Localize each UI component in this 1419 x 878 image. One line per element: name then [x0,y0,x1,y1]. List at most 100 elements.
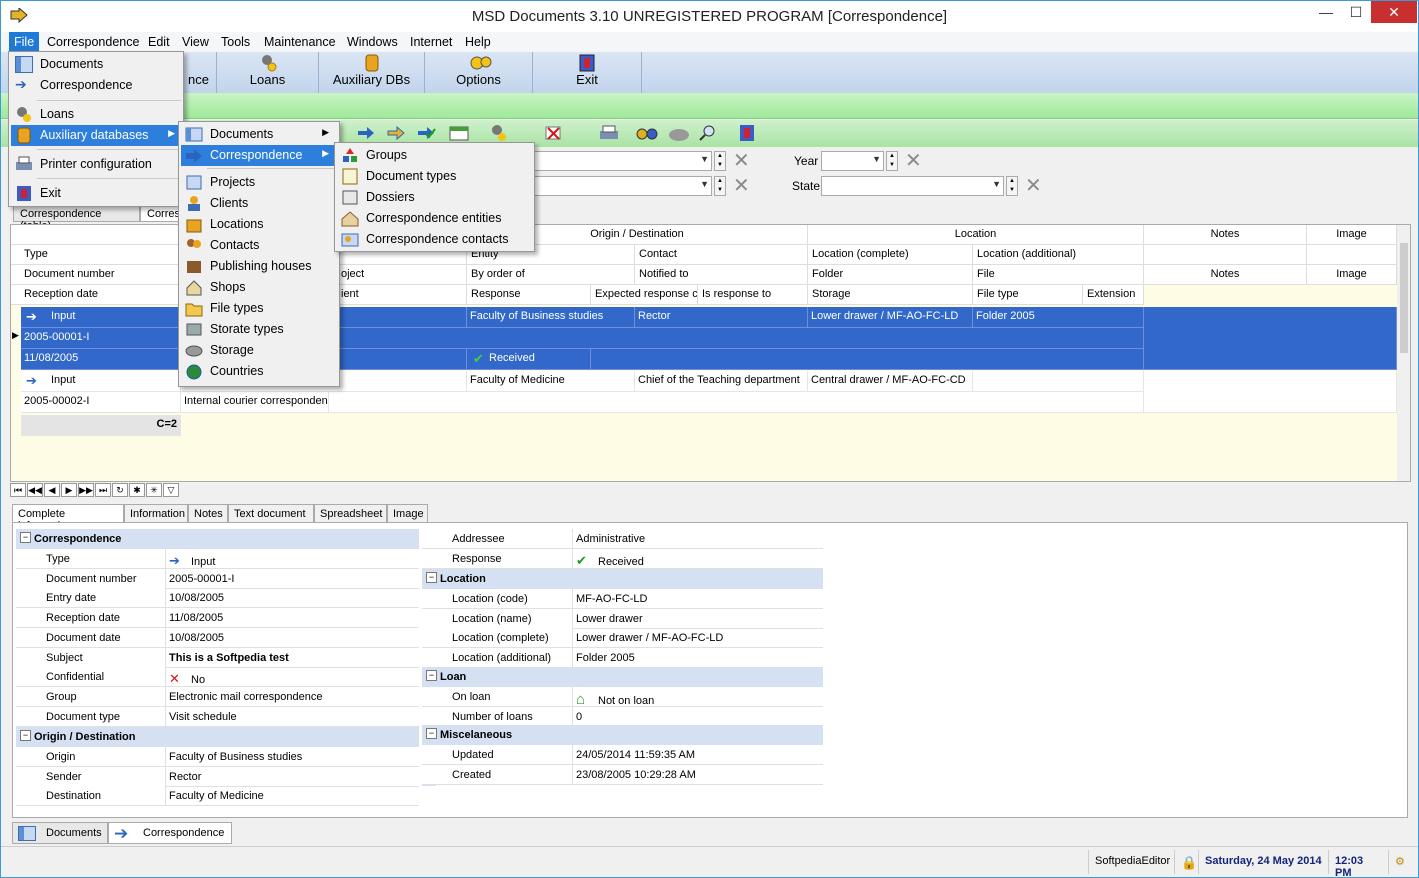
year-spin[interactable]: ▲ ▼ [886,151,898,171]
property-value[interactable]: ✕ No [166,667,419,686]
property-row-subject[interactable]: Subject This is a Softpedia test [16,647,419,668]
property-value[interactable]: Faculty of Medicine [166,786,419,805]
section-loan[interactable]: Loan [422,667,823,687]
add-group-icon[interactable] [356,124,376,142]
row2-contact[interactable]: Chief of the Teaching department [635,371,808,392]
row2-group[interactable]: Internal courier corresponden [181,392,329,413]
property-value[interactable]: Lower drawer / MF-AO-FC-LD [573,628,823,647]
file-menu-exit[interactable]: Exit [11,183,181,204]
property-row-addressee[interactable]: Addressee Administrative [422,529,823,549]
section-correspondence[interactable]: Correspondence [16,529,419,549]
filter-icon[interactable]: ▽ [163,483,179,497]
file-menu-correspondence[interactable]: ➔ Correspondence [11,75,181,96]
aux-menu-storage[interactable]: Storage [181,340,335,361]
delete-record-icon[interactable] [544,124,564,142]
property-row-created[interactable]: Created 23/08/2005 10:29:28 AM [422,764,823,785]
property-value[interactable]: 2005-00001-I [166,569,419,588]
property-value[interactable]: ✔ Received [573,549,823,568]
corr-menu-groups[interactable]: Groups [337,145,530,166]
row1-notes-image[interactable] [1144,307,1397,370]
options-tool-button[interactable]: Options [425,52,533,93]
section-origin-destination[interactable]: Origin / Destination [16,727,419,747]
property-value[interactable]: MF-AO-FC-LD [573,589,823,608]
property-value[interactable]: Faculty of Business studies [166,747,419,766]
property-value[interactable]: This is a Softpedia test [166,648,419,667]
loan-record-icon[interactable] [489,124,509,142]
property-row-group[interactable]: Group Electronic mail correspondence [16,686,419,707]
correspondence-tool-button[interactable]: nce [181,52,217,93]
corr-menu-dossiers[interactable]: Dossiers [337,187,530,208]
file-menu-auxiliary-databases[interactable]: Auxiliary databases ▶ [11,125,181,146]
close-button[interactable]: ✕ [1371,1,1417,23]
aux-menu-documents[interactable]: Documents ▶ [181,124,335,145]
row1-contact[interactable]: Rector [635,307,808,328]
section-miscelaneous[interactable]: Miscelaneous [422,725,823,745]
property-value[interactable]: 10/08/2005 [166,628,419,647]
row1-entity[interactable]: Faculty of Business studies [467,307,635,328]
menu-view[interactable]: View [177,32,214,52]
row2-type[interactable]: Input [21,371,181,392]
property-value[interactable]: 11/08/2005 [166,608,419,627]
row2-location[interactable]: Central drawer / MF-AO-FC-CD [808,371,973,392]
next-record-icon[interactable]: ▶ [61,483,77,497]
row2-rest[interactable] [329,392,1144,413]
row2-entity[interactable]: Faculty of Medicine [467,371,635,392]
tab-spreadsheet[interactable]: Spreadsheet [314,504,387,523]
row1-reception-date[interactable]: 11/08/2005 [21,349,181,370]
col-reception-date[interactable]: Reception date [11,285,181,305]
filter-spin-2[interactable]: ▲ ▼ [714,176,726,196]
property-value[interactable]: Visit schedule [166,707,419,726]
exit-record-icon[interactable] [738,124,758,142]
cloud-icon[interactable] [667,124,689,142]
aux-menu-storate-types[interactable]: Storate types [181,319,335,340]
property-value[interactable]: Rector [166,767,419,786]
row1-rest[interactable] [591,349,1144,370]
confirm-record-icon[interactable] [416,124,436,142]
aux-menu-publishing-houses[interactable]: Publishing houses [181,256,335,277]
aux-menu-contacts[interactable]: Contacts [181,235,335,256]
menu-help[interactable]: Help [460,32,496,52]
col-notes[interactable]: Notes [1144,265,1307,285]
col-file[interactable]: File [973,265,1144,285]
auxiliary-dbs-tool-button[interactable]: Auxiliary DBs [319,52,425,93]
property-row-entry-date[interactable]: Entry date 10/08/2005 [16,588,419,609]
tab-correspondence-form[interactable]: Corres [140,205,180,222]
property-value[interactable]: Administrative [573,529,823,548]
lock-icon[interactable]: 🔒 [1174,850,1198,874]
col-folder[interactable]: Folder [808,265,973,285]
last-record-icon[interactable]: ⏭ [95,483,111,497]
property-value[interactable]: Lower drawer [573,609,823,628]
first-record-icon[interactable]: ⏮ [10,483,26,497]
state-spin[interactable]: ▲ ▼ [1006,176,1018,196]
tab-notes[interactable]: Notes [188,504,228,523]
property-value[interactable]: 24/05/2014 11:59:35 AM [573,745,823,764]
row1-document-number[interactable]: 2005-00001-I [21,328,181,349]
col-response[interactable]: Response [467,285,591,305]
tab-image[interactable]: Image [387,504,428,523]
property-value[interactable]: ➔ Input [166,549,419,568]
property-row-document-number[interactable]: Document number 2005-00001-I [16,568,419,589]
property-row-destination[interactable]: Destination Faculty of Medicine [16,786,419,807]
property-value[interactable]: 0 [573,707,823,726]
row2-document-number[interactable]: 2005-00002-I [21,392,181,413]
print-icon[interactable] [598,124,618,142]
col-extension[interactable]: Extension [1083,285,1144,305]
property-row-location-name[interactable]: Location (name) Lower drawer [422,608,823,629]
row1-response[interactable]: Received [467,349,591,370]
property-row-location-additional[interactable]: Location (additional) Folder 2005 [422,648,823,669]
property-row-reception-date[interactable]: Reception date 11/08/2005 [16,608,419,629]
aux-menu-projects[interactable]: Projects [181,172,335,193]
asterisk-disabled-icon[interactable]: ✳ [146,483,162,497]
col-location-complete[interactable]: Location (complete) [808,245,973,265]
menu-internet[interactable]: Internet [405,32,457,52]
menu-windows[interactable]: Windows [342,32,403,52]
row1-folder[interactable]: Folder 2005 [973,307,1144,328]
exit-tool-button[interactable]: Exit [533,52,642,93]
minimize-button[interactable]: — [1311,1,1341,23]
row1-type[interactable]: Input [21,307,181,328]
section-location[interactable]: Location [422,569,823,589]
col-is-response-to[interactable]: Is response to [698,285,808,305]
row2-folder[interactable] [973,371,1144,392]
filter-spin-1[interactable]: ▲ ▼ [714,151,726,171]
col-storage[interactable]: Storage [808,285,973,305]
